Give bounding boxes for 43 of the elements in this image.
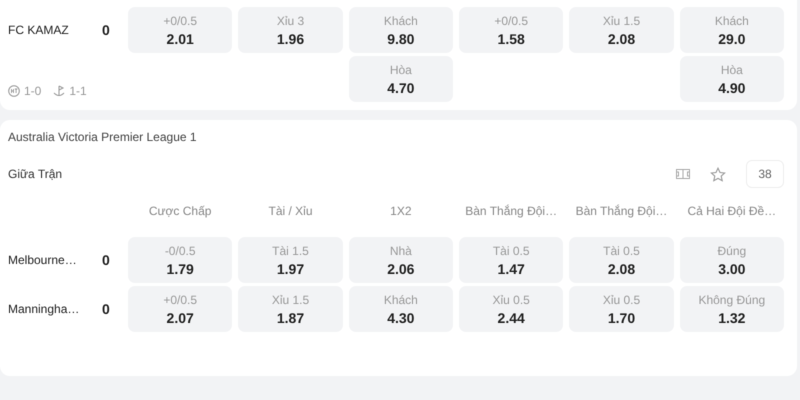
column-header: Tài / Xỉu	[267, 203, 314, 220]
score: 0	[102, 301, 111, 317]
odds-button[interactable]: Hòa 4.90	[680, 56, 784, 102]
ht-circle-icon	[8, 85, 20, 97]
favorite-button[interactable]	[710, 166, 726, 182]
odds-button[interactable]: Nhà 2.06	[348, 237, 453, 283]
section-title: Giữa Trận	[8, 167, 62, 181]
odds-button[interactable]: Khách 9.80	[348, 7, 453, 53]
odds-button[interactable]: +0/0.5 2.07	[128, 286, 232, 332]
column-header: Cả Hai Đội Đề…	[686, 203, 778, 220]
team-name: Melbourne…	[8, 253, 78, 267]
column-header: Bàn Thắng Đội…	[574, 203, 668, 220]
score: 0	[102, 252, 111, 268]
column-header: 1X2	[389, 203, 412, 220]
odds-button[interactable]: Hòa 4.70	[348, 56, 453, 102]
stat-value: 1-1	[69, 84, 87, 98]
score: 0	[102, 22, 111, 38]
odds-button[interactable]: Xỉu 0.5 2.44	[459, 286, 564, 332]
odds-button[interactable]: Xỉu 1.5 2.08	[569, 7, 674, 53]
odds-button[interactable]: Tài 0.5 1.47	[459, 237, 564, 283]
odds-button[interactable]: -0/0.5 1.79	[128, 237, 232, 283]
odds-button[interactable]: Khách 4.30	[348, 286, 453, 332]
corner-flag-icon	[53, 85, 66, 97]
odds-button[interactable]: Không Đúng 1.32	[680, 286, 784, 332]
stat-value: 1-0	[24, 84, 42, 98]
odds-button[interactable]: Đúng 3.00	[680, 237, 784, 283]
star-icon	[710, 166, 726, 182]
odds-button[interactable]: Xỉu 3 1.96	[238, 7, 343, 53]
odds-button[interactable]: Xỉu 1.5 1.87	[238, 286, 343, 332]
pitch-icon	[676, 169, 690, 179]
markets-count-button[interactable]: 38	[746, 160, 784, 188]
odds-button[interactable]: Khách 29.0	[680, 7, 784, 53]
odds-button[interactable]: +0/0.5 1.58	[459, 7, 564, 53]
team-name: FC KAMAZ	[8, 23, 70, 37]
odds-button[interactable]: Xỉu 0.5 1.70	[569, 286, 674, 332]
league-title: Australia Victoria Premier League 1	[8, 129, 198, 146]
odds-button[interactable]: +0/0.5 2.01	[128, 7, 232, 53]
odds-button[interactable]: Tài 0.5 2.08	[569, 237, 674, 283]
team-name: Manningha…	[8, 302, 80, 316]
odds-button[interactable]: Tài 1.5 1.97	[238, 237, 343, 283]
column-header: Cược Chấp	[148, 203, 212, 220]
pitch-button[interactable]	[676, 169, 690, 179]
column-header: Bàn Thắng Đội…	[464, 203, 558, 220]
